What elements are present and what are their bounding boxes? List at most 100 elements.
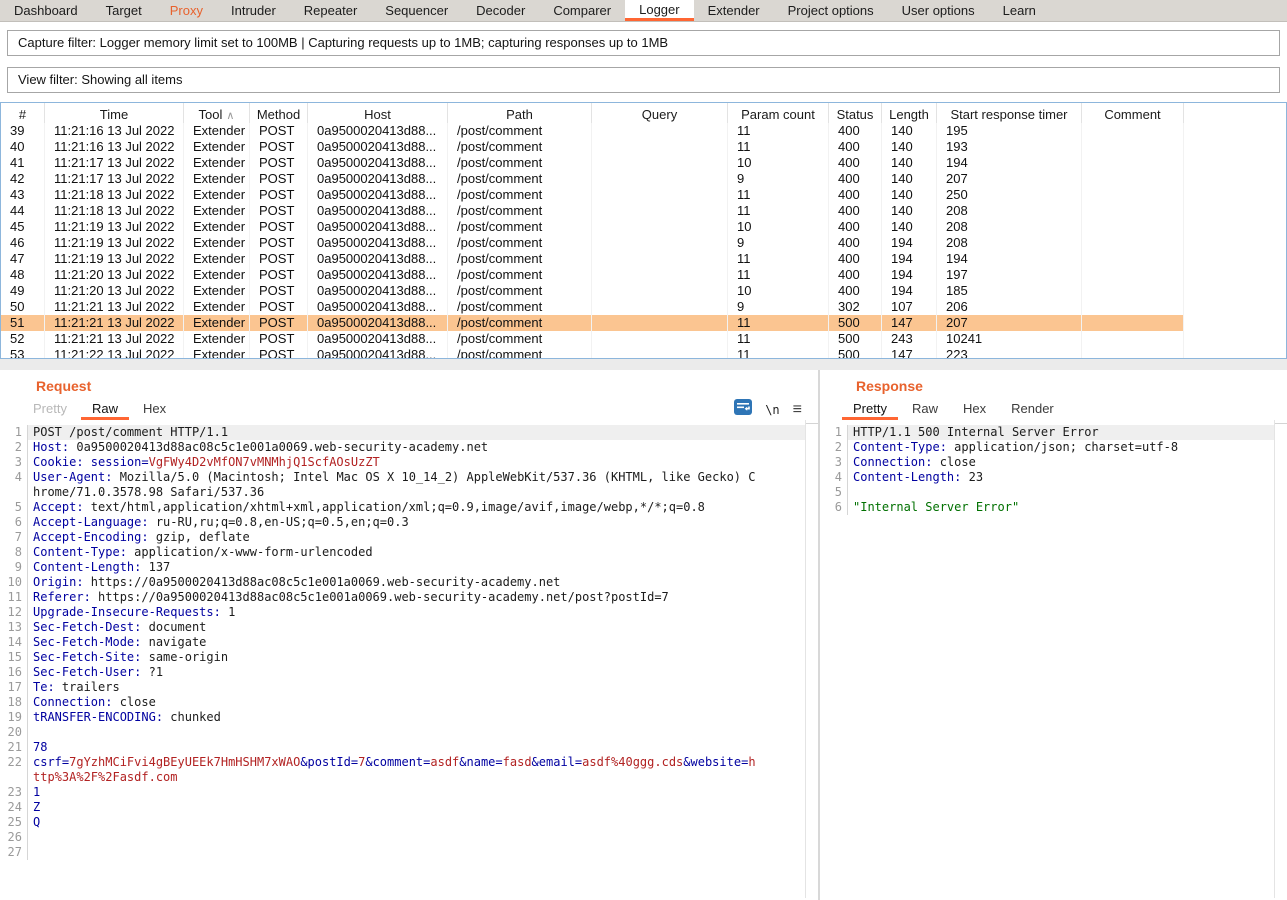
line-number: 21: [0, 740, 28, 755]
response-tab-raw[interactable]: Raw: [901, 396, 949, 420]
table-cell: [592, 171, 728, 187]
menu-tab-learn[interactable]: Learn: [989, 0, 1050, 21]
table-cell: 400: [829, 139, 882, 155]
table-cell: POST: [250, 315, 308, 331]
horizontal-splitter[interactable]: [0, 359, 1287, 370]
line-content: POST /post/comment HTTP/1.1: [28, 425, 805, 440]
table-row[interactable]: 4111:21:17 13 Jul 2022ExtenderPOST0a9500…: [1, 155, 1286, 171]
menu-tab-decoder[interactable]: Decoder: [462, 0, 539, 21]
menu-tab-target[interactable]: Target: [92, 0, 156, 21]
table-cell: /post/comment: [448, 155, 592, 171]
line-number: 15: [0, 650, 28, 665]
request-tab-raw[interactable]: Raw: [81, 396, 129, 420]
table-row[interactable]: 4911:21:20 13 Jul 2022ExtenderPOST0a9500…: [1, 283, 1286, 299]
request-tab-hex[interactable]: Hex: [132, 396, 177, 420]
table-cell: 208: [937, 219, 1082, 235]
table-row[interactable]: 3911:21:16 13 Jul 2022ExtenderPOST0a9500…: [1, 123, 1286, 139]
line-content: Accept-Language: ru-RU,ru;q=0.8,en-US;q=…: [28, 515, 805, 530]
main-menu-bar: DashboardTargetProxyIntruderRepeaterSequ…: [0, 0, 1287, 22]
newline-visualization-icon[interactable]: \n: [765, 403, 779, 417]
table-cell: /post/comment: [448, 267, 592, 283]
line-content: 78: [28, 740, 805, 755]
response-tab-pretty[interactable]: Pretty: [842, 396, 898, 420]
table-cell: 9: [728, 235, 829, 251]
line-content: Te: trailers: [28, 680, 805, 695]
line-content: HTTP/1.1 500 Internal Server Error: [848, 425, 1274, 440]
line-content: Origin: https://0a9500020413d88ac08c5c1e…: [28, 575, 805, 590]
table-cell: Extender: [184, 203, 250, 219]
table-row[interactable]: 4511:21:19 13 Jul 2022ExtenderPOST0a9500…: [1, 219, 1286, 235]
table-cell: 11:21:20 13 Jul 2022: [45, 267, 184, 283]
menu-tab-sequencer[interactable]: Sequencer: [371, 0, 462, 21]
table-row[interactable]: 4711:21:19 13 Jul 2022ExtenderPOST0a9500…: [1, 251, 1286, 267]
editor-line: 1POST /post/comment HTTP/1.1: [0, 425, 805, 440]
table-cell: 48: [1, 267, 45, 283]
editor-menu-icon[interactable]: ≡: [793, 403, 802, 417]
menu-tab-user-options[interactable]: User options: [888, 0, 989, 21]
table-row[interactable]: 5311:21:22 13 Jul 2022ExtenderPOST0a9500…: [1, 347, 1286, 359]
word-wrap-icon[interactable]: [734, 399, 752, 420]
editor-line: 5: [820, 485, 1274, 500]
table-cell: 206: [937, 299, 1082, 315]
table-cell: 140: [882, 171, 937, 187]
capture-filter-bar[interactable]: Capture filter: Logger memory limit set …: [7, 30, 1280, 56]
menu-tab-comparer[interactable]: Comparer: [539, 0, 625, 21]
menu-tab-project-options[interactable]: Project options: [774, 0, 888, 21]
table-cell: 0a9500020413d88...: [308, 315, 448, 331]
menu-tab-logger[interactable]: Logger: [625, 0, 693, 21]
table-row[interactable]: 5111:21:21 13 Jul 2022ExtenderPOST0a9500…: [1, 315, 1286, 331]
table-cell: 400: [829, 251, 882, 267]
table-row[interactable]: 4811:21:20 13 Jul 2022ExtenderPOST0a9500…: [1, 267, 1286, 283]
editor-line: 11Referer: https://0a9500020413d88ac08c5…: [0, 590, 805, 605]
table-cell: 0a9500020413d88...: [308, 347, 448, 359]
table-row[interactable]: 5211:21:21 13 Jul 2022ExtenderPOST0a9500…: [1, 331, 1286, 347]
table-cell: [1082, 155, 1184, 171]
table-cell: [1082, 283, 1184, 299]
menu-tab-intruder[interactable]: Intruder: [217, 0, 290, 21]
line-number: 1: [820, 425, 848, 440]
table-cell: 11:21:18 13 Jul 2022: [45, 187, 184, 203]
view-filter-bar[interactable]: View filter: Showing all items: [7, 67, 1280, 93]
table-cell: 140: [882, 187, 937, 203]
table-cell: [592, 203, 728, 219]
line-content: Cookie: session=VgFWy4D2vMfON7vMNMhjQ1Sc…: [28, 455, 805, 470]
table-cell: POST: [250, 283, 308, 299]
table-cell: 11:21:20 13 Jul 2022: [45, 283, 184, 299]
table-cell: 9: [728, 171, 829, 187]
table-cell: 400: [829, 235, 882, 251]
response-tab-render[interactable]: Render: [1000, 396, 1065, 420]
table-cell: [1184, 267, 1287, 283]
table-cell: [592, 283, 728, 299]
table-cell: POST: [250, 347, 308, 359]
editor-line: 10Origin: https://0a9500020413d88ac08c5c…: [0, 575, 805, 590]
table-cell: 11: [728, 315, 829, 331]
table-cell: 10: [728, 219, 829, 235]
line-content: tRANSFER-ENCODING: chunked: [28, 710, 805, 725]
table-cell: POST: [250, 123, 308, 139]
table-row[interactable]: 4611:21:19 13 Jul 2022ExtenderPOST0a9500…: [1, 235, 1286, 251]
table-cell: [1184, 331, 1287, 347]
menu-tab-dashboard[interactable]: Dashboard: [0, 0, 92, 21]
table-cell: 0a9500020413d88...: [308, 139, 448, 155]
menu-tab-repeater[interactable]: Repeater: [290, 0, 371, 21]
response-editor[interactable]: 1HTTP/1.1 500 Internal Server Error2Cont…: [820, 420, 1275, 898]
table-cell: [592, 347, 728, 359]
response-tab-hex[interactable]: Hex: [952, 396, 997, 420]
table-cell: 11:21:21 13 Jul 2022: [45, 315, 184, 331]
table-cell: [592, 267, 728, 283]
table-row[interactable]: 5011:21:21 13 Jul 2022ExtenderPOST0a9500…: [1, 299, 1286, 315]
line-number: 26: [0, 830, 28, 845]
table-cell: 140: [882, 155, 937, 171]
table-row[interactable]: 4211:21:17 13 Jul 2022ExtenderPOST0a9500…: [1, 171, 1286, 187]
table-row[interactable]: 4311:21:18 13 Jul 2022ExtenderPOST0a9500…: [1, 187, 1286, 203]
menu-tab-proxy[interactable]: Proxy: [156, 0, 217, 21]
line-content: [28, 830, 805, 845]
table-cell: 53: [1, 347, 45, 359]
table-row[interactable]: 4011:21:16 13 Jul 2022ExtenderPOST0a9500…: [1, 139, 1286, 155]
table-cell: 194: [882, 283, 937, 299]
table-row[interactable]: 4411:21:18 13 Jul 2022ExtenderPOST0a9500…: [1, 203, 1286, 219]
menu-tab-extender[interactable]: Extender: [694, 0, 774, 21]
table-cell: 50: [1, 299, 45, 315]
request-editor[interactable]: 1POST /post/comment HTTP/1.12Host: 0a950…: [0, 420, 806, 898]
table-cell: [1082, 235, 1184, 251]
